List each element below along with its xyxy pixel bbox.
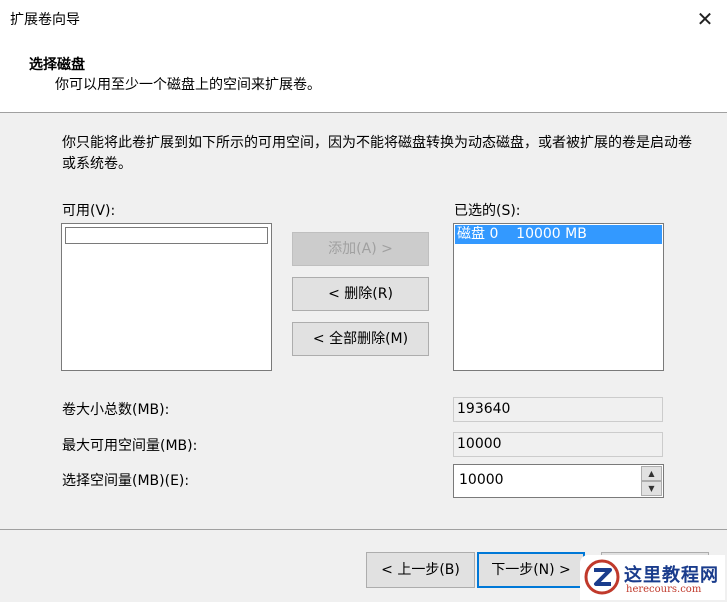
wizard-content: 你只能将此卷扩展到如下所示的可用空间，因为不能将磁盘转换为动态磁盘，或者被扩展的… <box>0 113 727 530</box>
page-title: 选择磁盘 <box>29 57 85 73</box>
page-subtitle: 你可以用至少一个磁盘上的空间来扩展卷。 <box>55 77 321 93</box>
max-space-label: 最大可用空间量(MB): <box>62 438 198 454</box>
title-bar: 扩展卷向导 ✕ <box>0 0 727 38</box>
selected-list-item[interactable]: 磁盘 0 10000 MB <box>455 225 662 244</box>
available-list[interactable] <box>61 223 272 371</box>
watermark-url: herecours.com <box>626 584 702 595</box>
selected-size: 10000 MB <box>516 226 587 242</box>
selected-list[interactable]: 磁盘 0 10000 MB <box>453 223 664 371</box>
available-label: 可用(V): <box>62 203 116 219</box>
remove-all-button[interactable]: < 全部删除(M) <box>292 322 429 356</box>
selected-label: 已选的(S): <box>454 203 521 219</box>
select-space-label: 选择空间量(MB)(E): <box>62 473 190 489</box>
select-space-input[interactable]: 10000 <box>459 472 504 488</box>
add-button[interactable]: 添加(A) > <box>292 232 429 266</box>
watermark: 这里教程网 herecours.com <box>580 555 725 600</box>
remove-button[interactable]: < 删除(R) <box>292 277 429 311</box>
back-button[interactable]: < 上一步(B) <box>366 552 475 588</box>
spin-down-icon[interactable]: ▼ <box>641 481 662 496</box>
max-space-field: 10000 <box>453 432 663 457</box>
spin-up-icon[interactable]: ▲ <box>641 466 662 481</box>
next-button[interactable]: 下一步(N) > <box>477 552 585 588</box>
close-icon[interactable]: ✕ <box>692 6 718 32</box>
wizard-header: 选择磁盘 你可以用至少一个磁盘上的空间来扩展卷。 <box>0 38 727 113</box>
total-size-label: 卷大小总数(MB): <box>62 402 170 418</box>
available-focus-row[interactable] <box>65 227 268 244</box>
total-size-field: 193640 <box>453 397 663 422</box>
select-space-stepper[interactable]: 10000 ▲ ▼ <box>453 464 664 498</box>
selected-disk: 磁盘 0 <box>457 226 499 242</box>
description-text: 你只能将此卷扩展到如下所示的可用空间，因为不能将磁盘转换为动态磁盘，或者被扩展的… <box>62 135 692 172</box>
watermark-logo-icon <box>584 559 620 595</box>
window-title: 扩展卷向导 <box>10 12 80 28</box>
